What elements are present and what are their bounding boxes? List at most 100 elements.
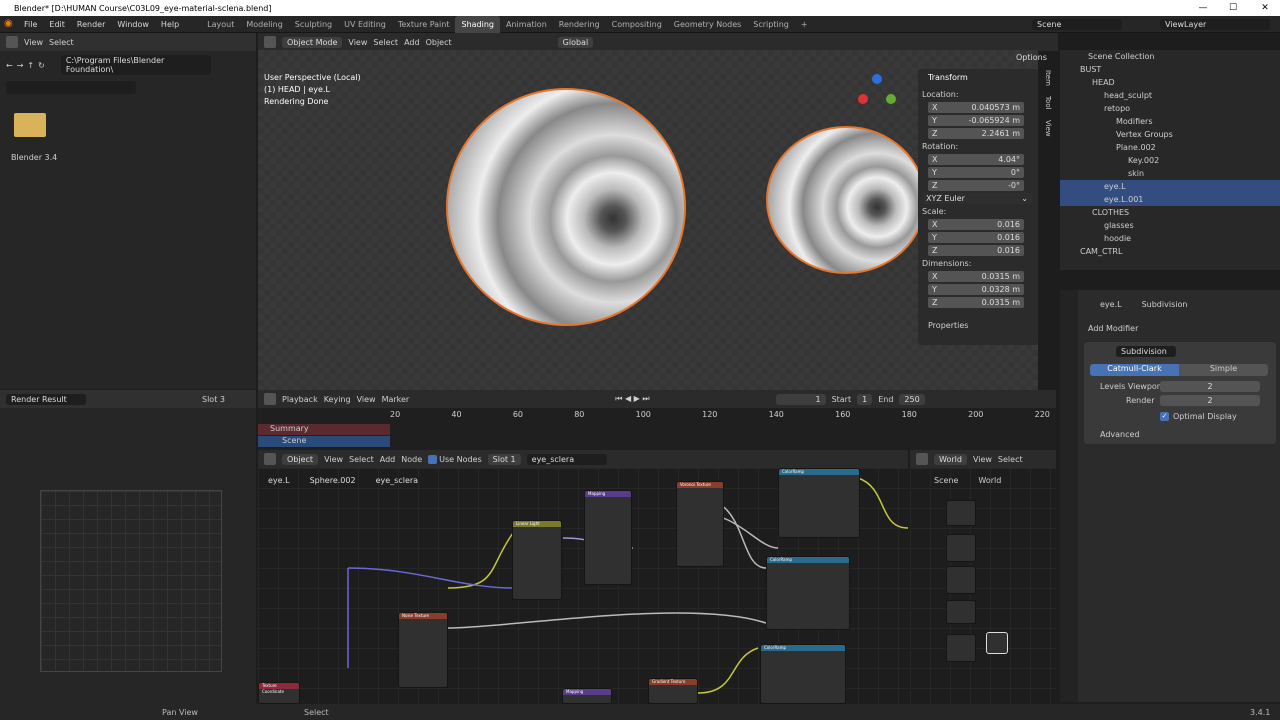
tab-rendering[interactable]: Rendering [553, 16, 606, 33]
rotation-z-field[interactable]: Z -0° [928, 180, 1024, 191]
outliner-row[interactable]: eye.L [1060, 180, 1280, 193]
slot-selector[interactable]: Slot 3 [202, 395, 225, 404]
outliner-row[interactable]: BUST [1060, 63, 1280, 76]
keying-menu[interactable]: Keying [324, 395, 351, 404]
shader-node-editor[interactable]: eye.L Sphere.002 eye_sclera Mapping Voro… [258, 468, 908, 704]
editor-type-icon[interactable] [264, 393, 276, 405]
editor-type-icon[interactable] [6, 36, 18, 48]
location-x-field[interactable]: X 0.040573 m [928, 102, 1024, 113]
add-workspace-button[interactable]: + [795, 16, 814, 33]
current-frame-field[interactable]: 1 [775, 393, 826, 405]
outliner-row[interactable]: CAM_CTRL [1060, 245, 1280, 258]
playback-menu[interactable]: Playback [282, 395, 318, 404]
node-colorramp-1[interactable]: ColorRamp [778, 468, 860, 538]
scale-y-field[interactable]: Y 0.016 [928, 232, 1024, 243]
outliner-row[interactable]: head_sculpt [1060, 89, 1280, 102]
world-node[interactable] [946, 534, 976, 562]
folder-icon[interactable] [14, 113, 46, 137]
world-node[interactable] [946, 600, 976, 624]
outliner-row[interactable]: CLOTHES [1060, 206, 1280, 219]
tab-geometry-nodes[interactable]: Geometry Nodes [668, 16, 747, 33]
outliner-row[interactable]: glasses [1060, 219, 1280, 232]
ne-select-menu[interactable]: Select [349, 455, 374, 464]
tl-view-menu[interactable]: View [357, 395, 376, 404]
scale-z-field[interactable]: Z 0.016 [928, 245, 1024, 256]
rotation-mode-select[interactable]: XYZ Euler ⌄ [922, 193, 1032, 204]
options-button[interactable]: Options [1016, 53, 1047, 62]
tab-shading[interactable]: Shading [455, 15, 500, 33]
close-button[interactable]: ✕ [1250, 0, 1280, 16]
vp-select-menu[interactable]: Select [373, 38, 398, 47]
rotation-x-field[interactable]: X 4.04° [928, 154, 1024, 165]
blender-logo-icon[interactable]: ◉ [4, 18, 18, 30]
world-node-editor[interactable]: Scene World [910, 468, 1056, 704]
levels-viewport-field[interactable]: 2 [1160, 381, 1260, 392]
refresh-icon[interactable]: ↻ [38, 61, 45, 70]
node-colorramp-3[interactable]: ColorRamp [760, 644, 846, 704]
scene-collection[interactable]: Scene Collection [1060, 50, 1280, 63]
editor-type-icon[interactable] [264, 453, 276, 465]
outliner-row[interactable]: Key.002 [1060, 154, 1280, 167]
outliner-row[interactable]: Vertex Groups [1060, 128, 1280, 141]
render-levels-field[interactable]: 2 [1160, 395, 1260, 406]
editor-type-icon[interactable] [264, 36, 276, 48]
tab-scripting[interactable]: Scripting [747, 16, 795, 33]
minimize-button[interactable]: — [1188, 0, 1218, 16]
outliner-row[interactable]: skin [1060, 167, 1280, 180]
tab-uv-editing[interactable]: UV Editing [338, 16, 392, 33]
outliner-row[interactable]: eye.L.001 [1060, 193, 1280, 206]
world-node[interactable] [946, 634, 976, 662]
vp-add-menu[interactable]: Add [404, 38, 420, 47]
node-type-selector[interactable]: Object [282, 453, 319, 465]
ne-view-menu[interactable]: View [324, 455, 343, 464]
eye-sphere-right[interactable] [766, 126, 926, 274]
catmull-clark-button[interactable]: Catmull-Clark [1090, 364, 1179, 376]
node-mapping[interactable]: Mapping [584, 490, 632, 585]
end-frame-field[interactable]: 250 [899, 393, 925, 405]
world-node[interactable] [986, 632, 1008, 654]
tab-compositing[interactable]: Compositing [606, 16, 668, 33]
dimensions-z-field[interactable]: Z 0.0315 m [928, 297, 1024, 308]
node-gradient-texture[interactable]: Gradient Texture [648, 678, 698, 704]
start-frame-field[interactable]: 1 [857, 393, 873, 405]
menu-render[interactable]: Render [71, 20, 111, 29]
advanced-section[interactable]: Advanced [1100, 430, 1140, 439]
tab-modeling[interactable]: Modeling [240, 16, 288, 33]
outliner-row[interactable]: hoodie [1060, 232, 1280, 245]
view-layer-selector[interactable]: ViewLayer [1160, 18, 1270, 30]
fb-search-input[interactable] [6, 81, 136, 94]
folder-label[interactable]: Blender 3.4 [11, 153, 57, 162]
rotation-y-field[interactable]: Y 0° [928, 167, 1024, 178]
node-noise-texture[interactable]: Noise Texture [398, 612, 448, 688]
scene-row[interactable]: Scene [258, 436, 390, 447]
modifier-name-field[interactable]: Subdivision [1116, 346, 1176, 357]
outliner-row[interactable]: retopo [1060, 102, 1280, 115]
outliner-row[interactable]: Plane.002 [1060, 141, 1280, 154]
dimensions-x-field[interactable]: X 0.0315 m [928, 271, 1024, 282]
path-field[interactable]: C:\Program Files\Blender Foundation\ [60, 55, 211, 75]
tab-layout[interactable]: Layout [201, 16, 240, 33]
editor-type-icon[interactable] [916, 453, 928, 465]
add-modifier-button[interactable]: Add Modifier [1088, 324, 1138, 333]
transform-header[interactable]: Transform [918, 71, 1038, 84]
tab-tool[interactable]: Tool [1044, 96, 1052, 110]
world-type-selector[interactable]: World [934, 453, 967, 465]
mode-selector[interactable]: Object Mode [282, 36, 343, 48]
world-node[interactable] [946, 500, 976, 526]
tab-texture-paint[interactable]: Texture Paint [392, 16, 456, 33]
outliner-row[interactable]: Modifiers [1060, 115, 1280, 128]
dimensions-y-field[interactable]: Y 0.0328 m [928, 284, 1024, 295]
outliner-row[interactable]: HEAD [1060, 76, 1280, 89]
tab-animation[interactable]: Animation [500, 16, 553, 33]
we-select-menu[interactable]: Select [998, 455, 1023, 464]
vp-object-menu[interactable]: Object [426, 38, 452, 47]
node-linear-light[interactable]: Linear Light [512, 520, 562, 600]
menu-edit[interactable]: Edit [43, 20, 71, 29]
properties-tabs[interactable] [1060, 290, 1078, 702]
optimal-display-checkbox[interactable]: ✓ [1160, 412, 1169, 421]
we-view-menu[interactable]: View [973, 455, 992, 464]
fb-view-menu[interactable]: View [24, 38, 43, 47]
parent-dir-icon[interactable]: ↑ [27, 61, 34, 70]
marker-menu[interactable]: Marker [382, 395, 410, 404]
fb-select-menu[interactable]: Select [49, 38, 74, 47]
